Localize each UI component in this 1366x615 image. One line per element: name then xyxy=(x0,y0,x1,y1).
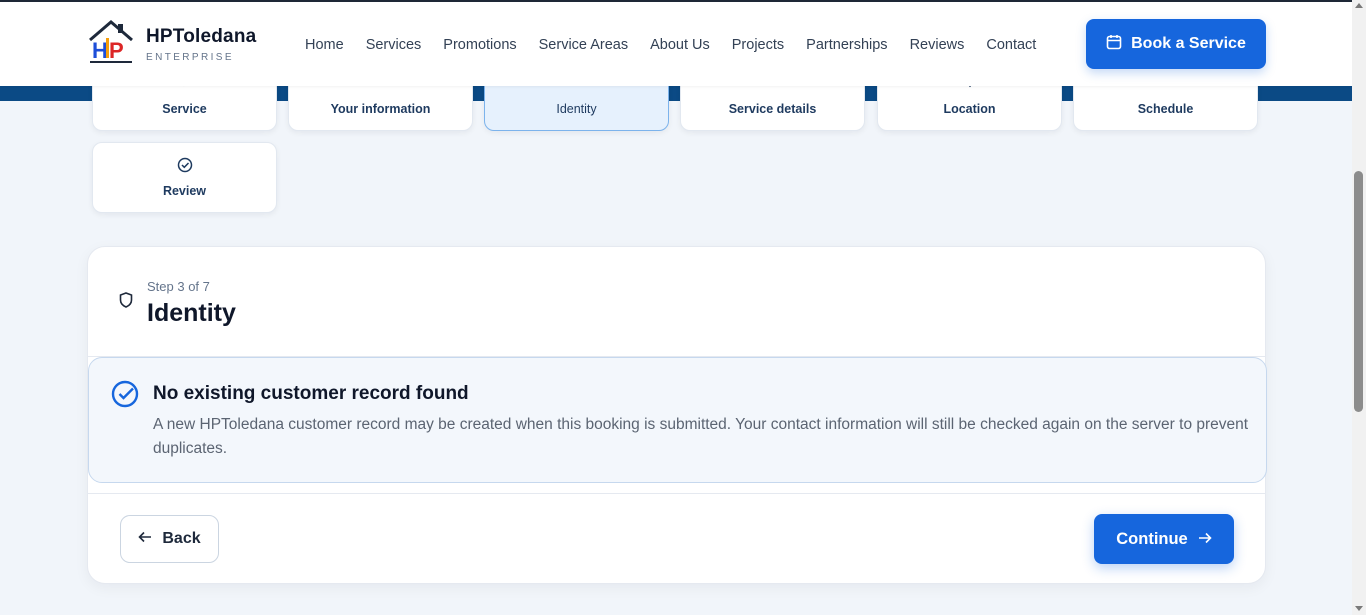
calendar-icon xyxy=(1106,34,1122,55)
nav-contact[interactable]: Contact xyxy=(986,37,1036,53)
step-review[interactable]: Review xyxy=(92,142,277,213)
page-scrollbar[interactable] xyxy=(1352,0,1366,615)
scrollbar-thumb[interactable] xyxy=(1354,171,1363,412)
scroll-up-arrow-icon[interactable] xyxy=(1355,3,1363,8)
svg-text:H: H xyxy=(92,38,108,63)
shield-icon xyxy=(119,292,133,313)
page-title: Identity xyxy=(147,299,236,327)
step-label: Schedule xyxy=(1137,102,1194,116)
brand-name[interactable]: HPToledana xyxy=(146,26,256,48)
book-service-button[interactable]: Book a Service xyxy=(1086,19,1266,69)
notice-title: No existing customer record found xyxy=(153,383,469,404)
nav-partnerships[interactable]: Partnerships xyxy=(806,37,887,53)
scroll-down-arrow-icon[interactable] xyxy=(1355,606,1363,611)
step-label: Service xyxy=(162,102,207,116)
arrow-left-icon xyxy=(138,530,152,548)
continue-button[interactable]: Continue xyxy=(1094,514,1234,564)
step-label: Review xyxy=(162,184,207,198)
nav-about-us[interactable]: About Us xyxy=(650,37,710,53)
check-circle-icon xyxy=(177,157,193,176)
svg-text:P: P xyxy=(109,38,124,63)
back-label: Back xyxy=(162,530,201,547)
customer-record-notice: No existing customer record found A new … xyxy=(88,357,1267,483)
step-progress-text: Step 3 of 7 xyxy=(147,279,210,294)
nav-reviews[interactable]: Reviews xyxy=(910,37,965,53)
nav-home[interactable]: Home xyxy=(305,37,344,53)
site-header: H P HPToledana ENTERPRISE Home Services … xyxy=(0,2,1352,86)
back-button[interactable]: Back xyxy=(120,515,219,563)
brand-logo[interactable]: H P xyxy=(86,18,136,68)
continue-label: Continue xyxy=(1116,529,1188,548)
notice-body: A new HPToledana customer record may be … xyxy=(153,416,1249,457)
divider xyxy=(88,493,1265,494)
step-label: Your information xyxy=(330,102,431,116)
brand-subtitle: ENTERPRISE xyxy=(146,52,234,63)
arrow-right-icon xyxy=(1198,530,1212,549)
main-nav: Home Services Promotions Service Areas A… xyxy=(305,37,1058,53)
step-label: Service details xyxy=(728,102,817,116)
nav-projects[interactable]: Projects xyxy=(732,37,784,53)
check-circle-icon xyxy=(111,380,139,413)
identity-step-card: Step 3 of 7 Identity No existing custome… xyxy=(87,246,1267,584)
nav-service-areas[interactable]: Service Areas xyxy=(539,37,628,53)
step-label: Identity xyxy=(556,102,597,116)
nav-promotions[interactable]: Promotions xyxy=(443,37,516,53)
nav-services[interactable]: Services xyxy=(366,37,422,53)
book-service-label: Book a Service xyxy=(1131,35,1246,52)
step-label: Location xyxy=(943,102,996,116)
